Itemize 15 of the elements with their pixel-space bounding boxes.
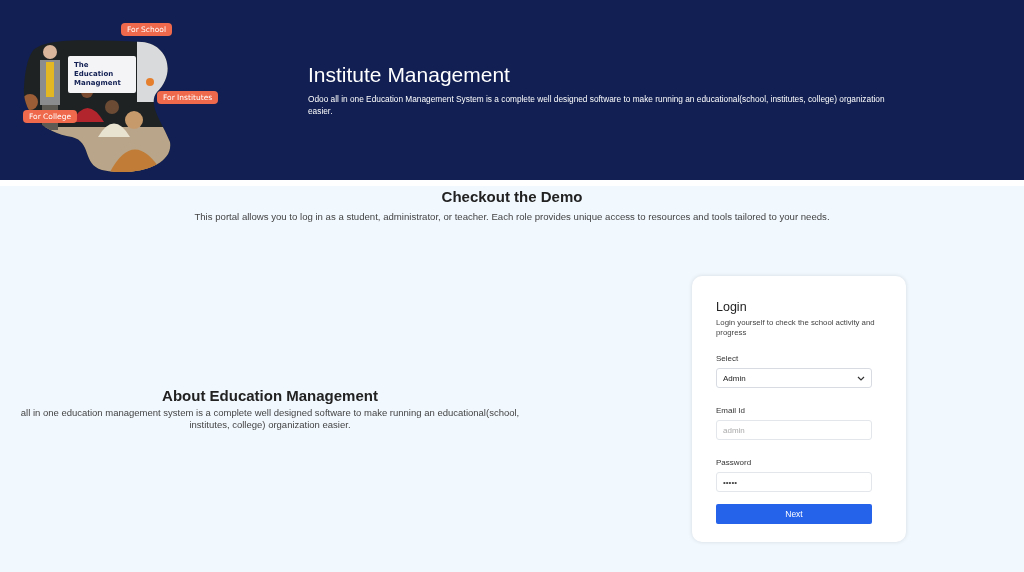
hero-title: Institute Management — [308, 63, 511, 87]
section-description: This portal allows you to log in as a student, administrator, or teacher. Each role provides unique access to resources and tools tailored to your needs. — [193, 211, 831, 222]
hero-description: Odoo all in one Education Management System is a complete well designed software to make running an educational(school, institutes, college) organization easier. — [308, 93, 886, 117]
select-field[interactable]: Admin — [716, 368, 872, 388]
section-title: Checkout the Demo — [440, 188, 584, 205]
section-title: About Education Management — [161, 387, 379, 404]
next-button[interactable]: Next — [716, 504, 872, 524]
chevron-down-icon — [857, 375, 865, 381]
input-field[interactable]: admin — [716, 420, 872, 440]
section-description: all in one education management system is a complete well designed software to make running an educational(school, institutes, college) organization easier. — [19, 407, 521, 431]
field-label: Email Id — [716, 406, 746, 415]
field-label: Password — [716, 458, 753, 467]
login-title: Login — [716, 300, 748, 314]
input-field[interactable]: ••••• — [716, 472, 872, 492]
field-label: Select — [716, 354, 740, 363]
